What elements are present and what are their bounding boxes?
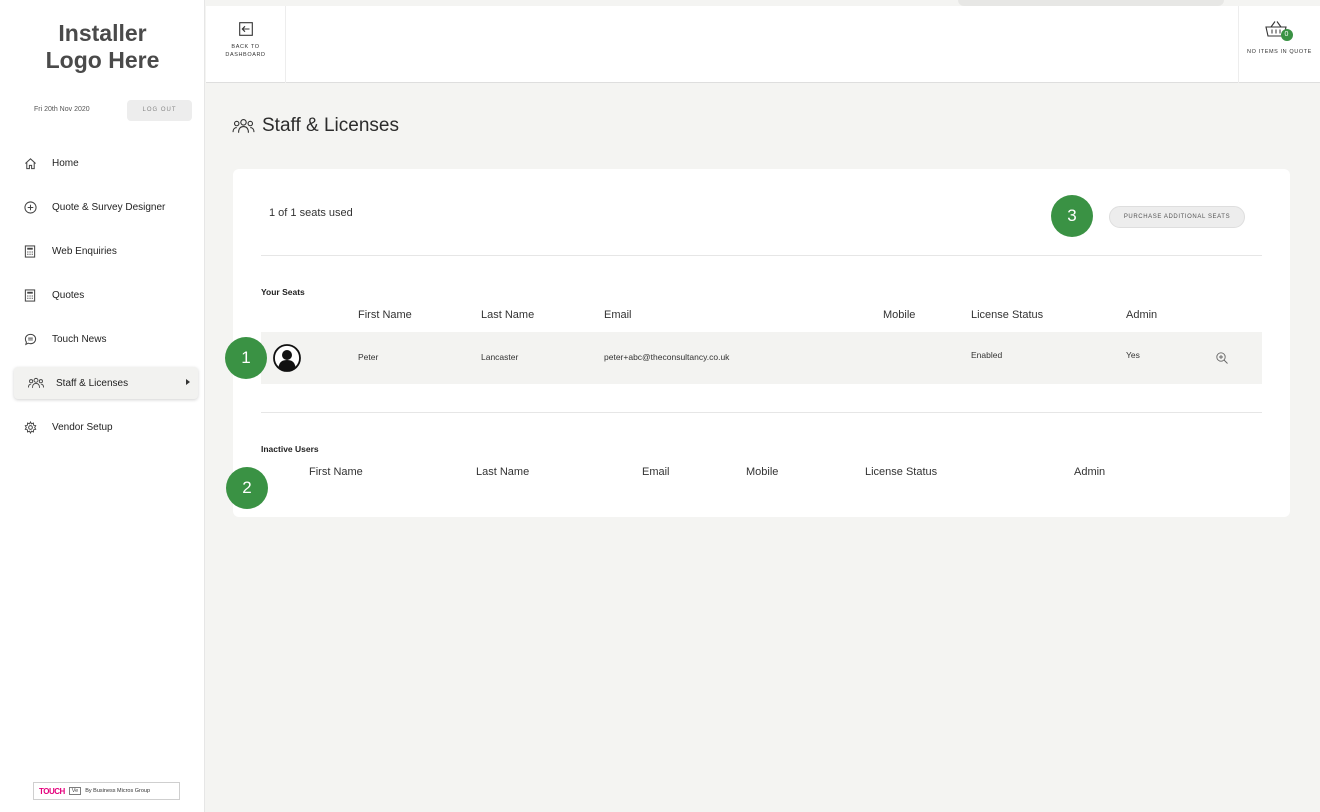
- logout-button[interactable]: LOG OUT: [127, 100, 192, 121]
- user-avatar-icon: [273, 344, 301, 372]
- current-date: Fri 20th Nov 2020: [34, 106, 90, 113]
- quote-count-badge: 0: [1280, 29, 1293, 41]
- cell-email: peter+abc@theconsultancy.co.uk: [604, 352, 730, 362]
- cell-first-name: Peter: [358, 352, 379, 362]
- home-icon: [24, 157, 48, 170]
- back-arrow-icon: [238, 22, 253, 36]
- page-heading: Staff & Licenses: [232, 115, 399, 137]
- inactive-column-header-mobile: Mobile: [746, 466, 779, 478]
- sidebar-item-staff-licenses[interactable]: Staff & Licenses: [14, 367, 198, 399]
- sidebar-item-vendor-setup[interactable]: Vendor Setup: [14, 411, 198, 443]
- calculator-icon: [24, 288, 48, 302]
- zoom-in-icon[interactable]: [1215, 351, 1229, 365]
- column-header-first-name: First Name: [358, 309, 412, 321]
- sidebar-item-touch-news[interactable]: Touch News: [14, 323, 198, 355]
- ve-tag: Ve: [68, 787, 82, 795]
- column-header-email: Email: [604, 309, 632, 321]
- sidebar: Installer Logo Here Fri 20th Nov 2020 LO…: [0, 0, 205, 812]
- inactive-column-header-email: Email: [642, 466, 670, 478]
- vendor-credit: By Business Micros Group: [85, 788, 151, 794]
- column-header-mobile: Mobile: [883, 309, 916, 321]
- basket-wrapper: 0: [1263, 20, 1297, 44]
- column-header-license-status: License Status: [971, 309, 1044, 321]
- inactive-column-header-license-status: License Status: [865, 466, 938, 478]
- marker-1: 1: [225, 337, 267, 379]
- installer-logo: Installer Logo Here: [45, 20, 160, 73]
- cell-admin: Yes: [1126, 350, 1140, 360]
- divider: [261, 412, 1262, 413]
- sidebar-item-web-enquiries[interactable]: Web Enquiries: [14, 235, 198, 267]
- column-header-last-name: Last Name: [481, 309, 535, 321]
- inactive-column-header-admin: Admin: [1074, 466, 1106, 478]
- page-title: Staff & Licenses: [262, 115, 399, 136]
- marker-2: 2: [226, 467, 268, 509]
- sidebar-item-quote-survey-designer[interactable]: Quote & Survey Designer: [14, 191, 198, 223]
- users-icon: [232, 119, 255, 133]
- chat-bubble-icon: [24, 333, 48, 346]
- calculator-icon: [24, 244, 48, 258]
- column-header-admin: Admin: [1126, 309, 1158, 321]
- touch-logo: TOUCH: [39, 786, 65, 796]
- sidebar-item-quotes[interactable]: Quotes: [14, 279, 198, 311]
- inactive-users-title: Inactive Users: [261, 444, 319, 454]
- divider: [261, 255, 1262, 256]
- inactive-column-header-first-name: First Name: [309, 466, 363, 478]
- marker-3: 3: [1051, 195, 1093, 237]
- quote-status-label: NO ITEMS IN QUOTE: [1247, 49, 1312, 55]
- your-seats-title: Your Seats: [261, 287, 305, 297]
- purchase-additional-seats-button[interactable]: PURCHASE ADDITIONAL SEATS: [1109, 206, 1245, 228]
- cell-last-name: Lancaster: [481, 352, 519, 362]
- gear-icon: [24, 420, 48, 434]
- cell-license-status: Enabled: [971, 350, 1003, 360]
- top-bar: BACK TO DASHBOARD 0 NO ITEMS IN QUOTE: [206, 6, 1320, 83]
- back-to-dashboard-label: BACK TO DASHBOARD: [225, 44, 266, 58]
- seats-used-text: 1 of 1 seats used: [269, 207, 353, 219]
- quote-basket-button[interactable]: 0 NO ITEMS IN QUOTE: [1238, 6, 1320, 83]
- inactive-column-header-last-name: Last Name: [476, 466, 530, 478]
- table-row[interactable]: Peter Lancaster peter+abc@theconsultancy…: [261, 332, 1262, 384]
- sidebar-item-home[interactable]: Home: [14, 147, 198, 179]
- touch-vendor-badge: TOUCH Ve By Business Micros Group: [33, 782, 180, 800]
- back-to-dashboard-button[interactable]: BACK TO DASHBOARD: [206, 6, 286, 83]
- users-icon: [28, 377, 52, 389]
- plus-circle-icon: [24, 200, 48, 214]
- caret-right-icon: [186, 379, 190, 385]
- staff-licenses-card: 1 of 1 seats used PURCHASE ADDITIONAL SE…: [233, 169, 1290, 517]
